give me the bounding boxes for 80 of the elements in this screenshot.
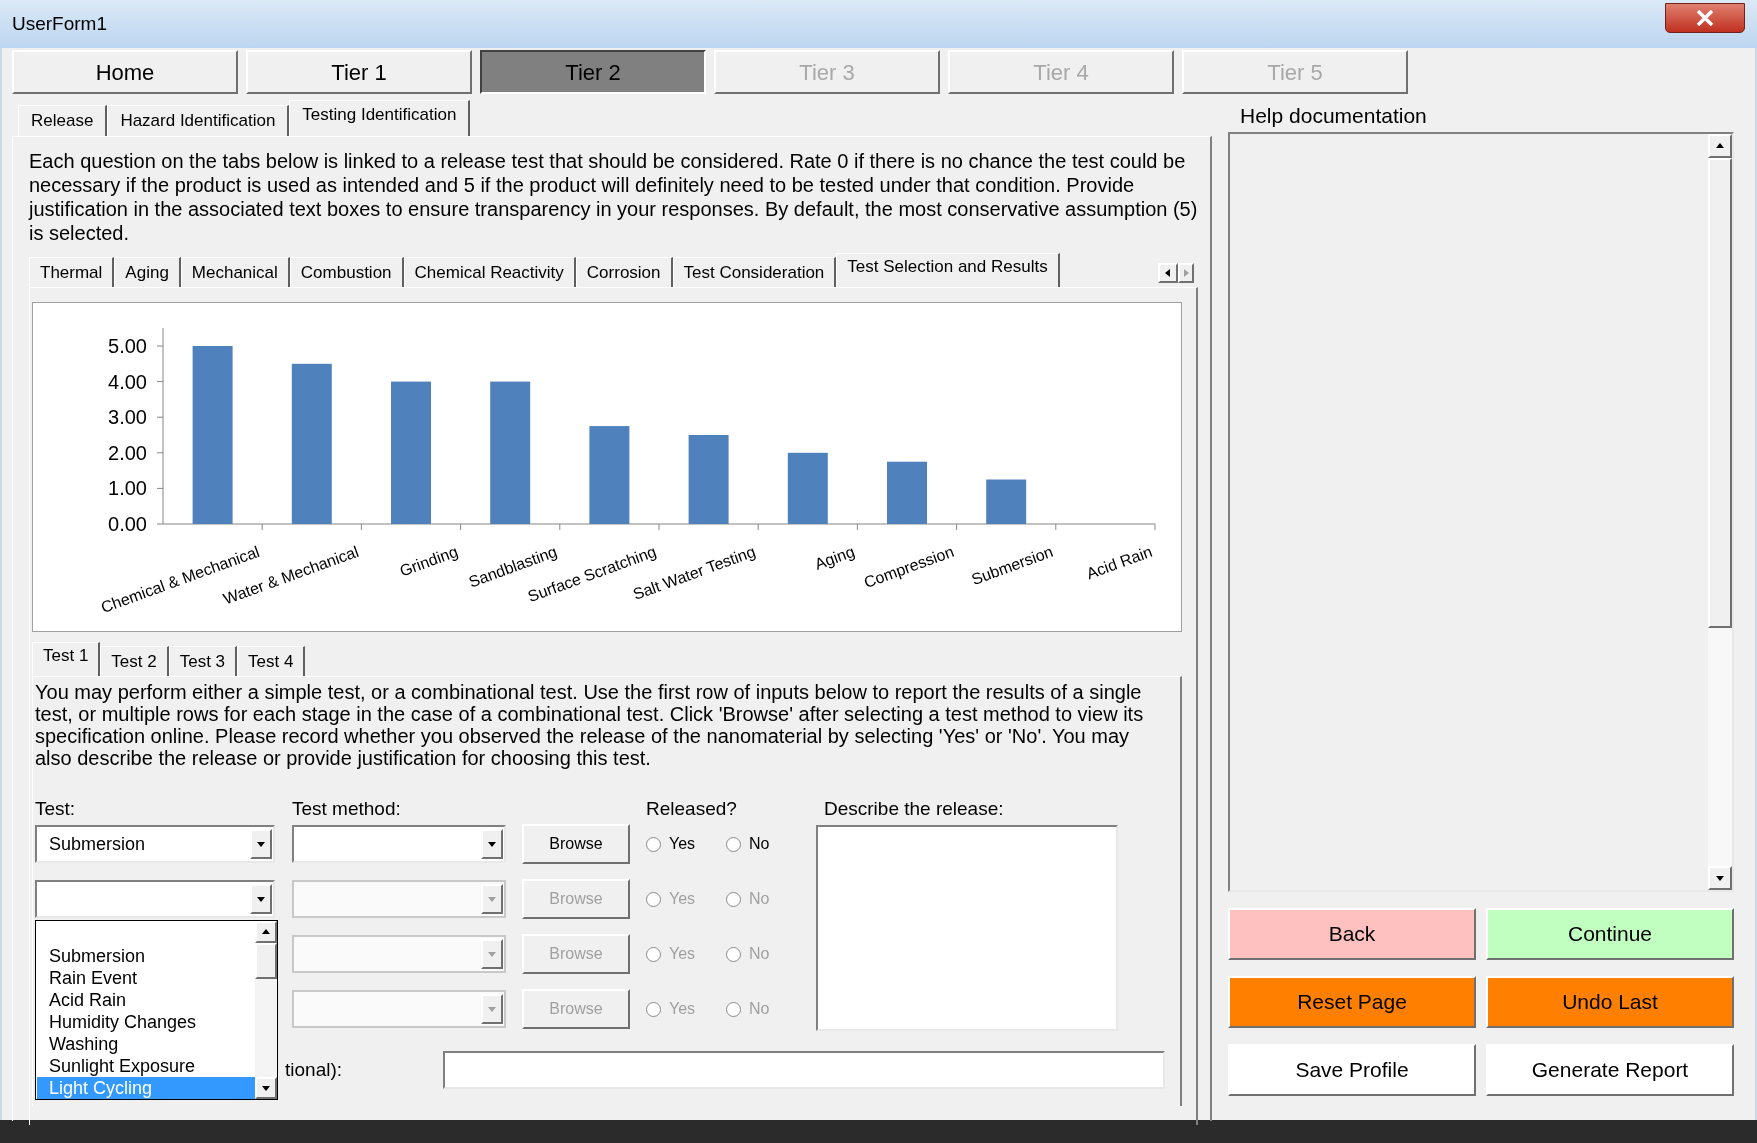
field-label: Released? [646,797,738,819]
section-tab[interactable]: Testing Identification [289,100,471,136]
scroll-right-button[interactable] [1178,263,1194,283]
dropdown-field[interactable] [292,825,506,863]
section-tab[interactable]: Release [18,105,108,136]
right-arrow-icon [1181,268,1191,278]
category-tab[interactable]: Test Selection and Results [836,253,1060,287]
tier-tab[interactable]: Home [12,50,238,94]
dropdown-field[interactable]: Submersion [35,825,275,863]
up-arrow-icon [261,927,271,937]
category-tab[interactable]: Chemical Reactivity [403,257,576,287]
category-tab[interactable]: Test Consideration [672,257,837,287]
scrollbar[interactable] [255,921,277,1099]
bar [887,461,927,524]
section-tab[interactable]: Hazard Identification [107,105,290,136]
down-arrow-icon [487,894,497,904]
test-tab[interactable]: Test 4 [237,646,306,676]
y-tick-label: 1.00 [108,477,147,500]
down-arrow-icon [487,1004,497,1014]
up-arrow-icon [1715,141,1725,151]
y-tick-label: 3.00 [108,406,147,429]
action-button[interactable]: Undo Last [1486,976,1734,1028]
test-tab[interactable]: Test 3 [168,646,238,676]
test-instructions-text: You may perform either a simple test, or a combinational test. Use the first row of inputs below to report the results of a single test, or multiple rows for each stage in the case of a combinational test. Click 'Browse' after selecting a test method to view its specification online. Please record whether you observed the release of the nanomaterial by selecting 'Yes' or 'No'. You may also describe the release or provide justification for choosing this test. [35,680,1145,769]
field-label: Test method: [292,797,402,819]
dropdown-field[interactable] [35,880,275,918]
dropdown-option[interactable]: Humidity Changes [37,1011,255,1033]
y-tick-label: 5.00 [108,335,147,357]
down-arrow-icon [256,894,266,904]
scrollbar[interactable] [1708,134,1732,890]
close-button[interactable] [1665,3,1745,33]
y-tick-label: 4.00 [108,370,147,393]
release-description-field[interactable] [816,825,1118,1031]
x-tick-label: Aging [812,542,857,573]
scrollbar-thumb[interactable] [255,943,277,979]
action-button[interactable]: Save Profile [1228,1044,1476,1096]
down-arrow-icon [261,1083,271,1093]
down-arrow-icon [1715,873,1725,883]
left-arrow-icon [1163,268,1173,278]
down-arrow-icon [487,949,497,959]
instructions-text: Each question on the tabs below is linked to a release test that should be considered. Rate 0 if there is no chance the test could be necessary if the product is used as intended and 5 if the product will definitely need to be tested under that condition. Provide justification in the associated text boxes to ensure transparency in your responses. By default, the most conservative assumption (5) is selected. [29,149,1198,245]
y-tick-label: 0.00 [108,513,147,535]
scroll-left-button[interactable] [1158,263,1178,283]
down-arrow-icon [487,839,497,849]
dropdown-option[interactable]: Washing [37,1033,255,1055]
window-title: UserForm1 [12,11,107,36]
category-tab[interactable]: Aging [114,257,181,287]
action-button[interactable]: Back [1228,908,1476,960]
action-button[interactable]: Continue [1486,908,1734,960]
test-tab[interactable]: Test 1 [32,642,101,676]
dropdown-list[interactable]: Submersion Rain Event Acid Rain Humidity Changes Washing Sunlight Exposure Light Cycling [35,920,278,1100]
tier-tab[interactable]: Tier 2 [480,50,706,94]
tier-tab[interactable]: Tier 1 [246,50,472,94]
bar [787,452,828,524]
x-tick-label: Acid Rain [1084,542,1155,583]
down-arrow-icon [256,839,266,849]
justification-field[interactable] [443,1051,1165,1089]
radio-option[interactable]: No [726,832,806,856]
help-title: Help documentation [1239,103,1428,129]
category-tab[interactable]: Combustion [289,257,404,287]
y-tick-label: 2.00 [108,441,147,464]
test-tab[interactable]: Test 2 [100,646,169,676]
dropdown-option[interactable]: Rain Event [37,967,255,989]
radio-option[interactable]: Yes [646,832,726,856]
bar [986,479,1027,524]
field-label: Describe the release: [824,797,1004,819]
dropdown-option[interactable]: Acid Rain [37,989,255,1011]
scrollbar-thumb[interactable] [1708,158,1732,628]
browse-button[interactable]: Browse [522,824,630,864]
action-button[interactable]: Reset Page [1228,976,1476,1028]
category-tab[interactable]: Thermal [29,257,115,287]
close-icon [1696,10,1714,26]
category-tab[interactable]: Mechanical [180,257,290,287]
field-label: tional): [285,1058,343,1080]
dropdown-option[interactable]: Submersion [37,945,255,967]
field-label: Test: [35,797,77,819]
x-tick-label: Grinding [397,542,461,580]
action-button[interactable]: Generate Report [1486,1044,1734,1096]
category-tab[interactable]: Corrosion [575,257,673,287]
dropdown-option[interactable]: Sunlight Exposure [37,1055,255,1077]
